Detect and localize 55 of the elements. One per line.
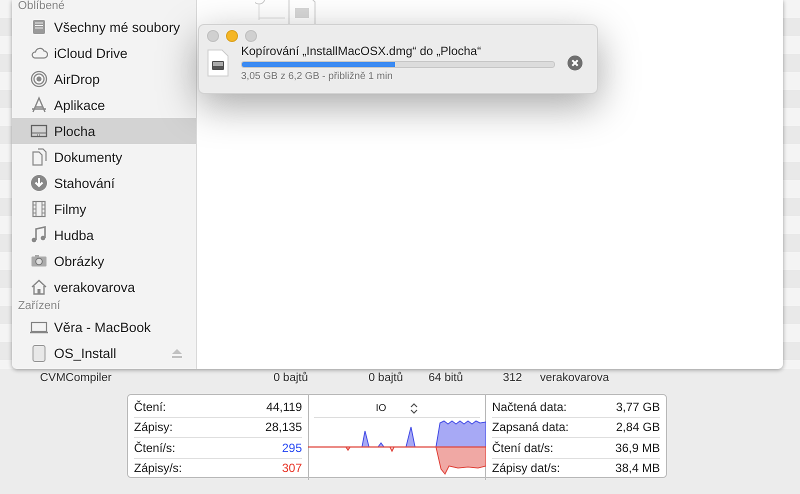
disk-image-file-icon — [207, 49, 229, 77]
sidebar-item[interactable]: Dokumenty — [12, 144, 196, 170]
cell-text: 64 bitů — [427, 372, 463, 384]
stat-label: Čtení/s: — [134, 440, 176, 455]
sidebar-item[interactable]: Stahování — [12, 170, 196, 196]
music-note-icon — [30, 226, 48, 244]
stat-value: 36,9 MB — [615, 440, 660, 455]
stat-label: Zápisy/s: — [134, 461, 182, 476]
stat-value: 38,4 MB — [615, 461, 660, 476]
documents-icon — [30, 148, 48, 166]
airdrop-rings-icon — [30, 70, 48, 88]
sidebar-section-title: Oblíbené — [17, 0, 66, 14]
sidebar-item[interactable]: AirDrop — [12, 66, 196, 92]
sidebar-item[interactable]: iCloud Drive — [12, 40, 196, 66]
sidebar-item[interactable]: Obrázky — [12, 248, 196, 274]
stat-value: 295 — [282, 440, 302, 455]
user-cell-text: verakovarova — [540, 372, 610, 384]
process-name-cell-text: CVMCompiler — [40, 372, 113, 384]
stat-value: 307 — [282, 461, 302, 476]
close-window-button[interactable] — [207, 30, 219, 42]
stat-label: Čtení: — [134, 400, 166, 414]
zoom-window-button[interactable] — [245, 30, 257, 42]
stat-value: 28,135 — [265, 420, 302, 434]
eject-icon[interactable] — [172, 348, 182, 358]
stat-label: Zapsaná data: — [492, 420, 569, 434]
sidebar-item[interactable]: verakovarova — [12, 274, 196, 300]
download-icon — [30, 174, 48, 192]
sidebar-item[interactable]: OS_Install — [12, 340, 196, 366]
sidebar-item[interactable]: Plocha — [12, 118, 196, 144]
stat-value: 3,77 GB — [616, 400, 660, 414]
house-icon — [30, 278, 48, 296]
copy-status-text: Kopírování „InstallMacOSX.dmg“ do „Plocha“ — [241, 44, 482, 58]
sidebar-item[interactable]: Věra - MacBook — [12, 314, 196, 340]
stat-label: Zápisy dat/s: — [492, 461, 560, 476]
stat-label: Zápisy: — [134, 420, 173, 434]
sidebar-item[interactable]: Filmy — [12, 196, 196, 222]
sidebar-item[interactable]: Všechny mé soubory — [12, 14, 196, 40]
cell-text: 0 bajtů — [367, 372, 403, 384]
stat-value: 2,84 GB — [616, 420, 660, 434]
stat-label: Čtení dat/s: — [492, 440, 554, 455]
cell-text: 312 — [502, 372, 522, 384]
stat-value: 44,119 — [266, 400, 302, 414]
graph-type-selector[interactable]: IO — [372, 399, 422, 417]
copy-progress-detail: 3,05 GB z 6,2 GB - přibližně 1 min — [241, 71, 394, 82]
cancel-button[interactable] — [567, 55, 583, 71]
file-cabinet-icon — [30, 18, 48, 36]
film-icon — [30, 200, 48, 218]
sidebar-section-title: Zařízení — [17, 300, 62, 314]
stat-label: Načtená data: — [492, 400, 567, 414]
desktop-icon — [30, 122, 48, 140]
up-down-chevron-icon — [410, 402, 418, 414]
sidebar-item[interactable]: Aplikace — [12, 92, 196, 118]
minimize-window-button[interactable] — [226, 30, 238, 42]
cell-text: 0 bajtů — [272, 372, 308, 384]
sidebar-item[interactable]: Hudba — [12, 222, 196, 248]
